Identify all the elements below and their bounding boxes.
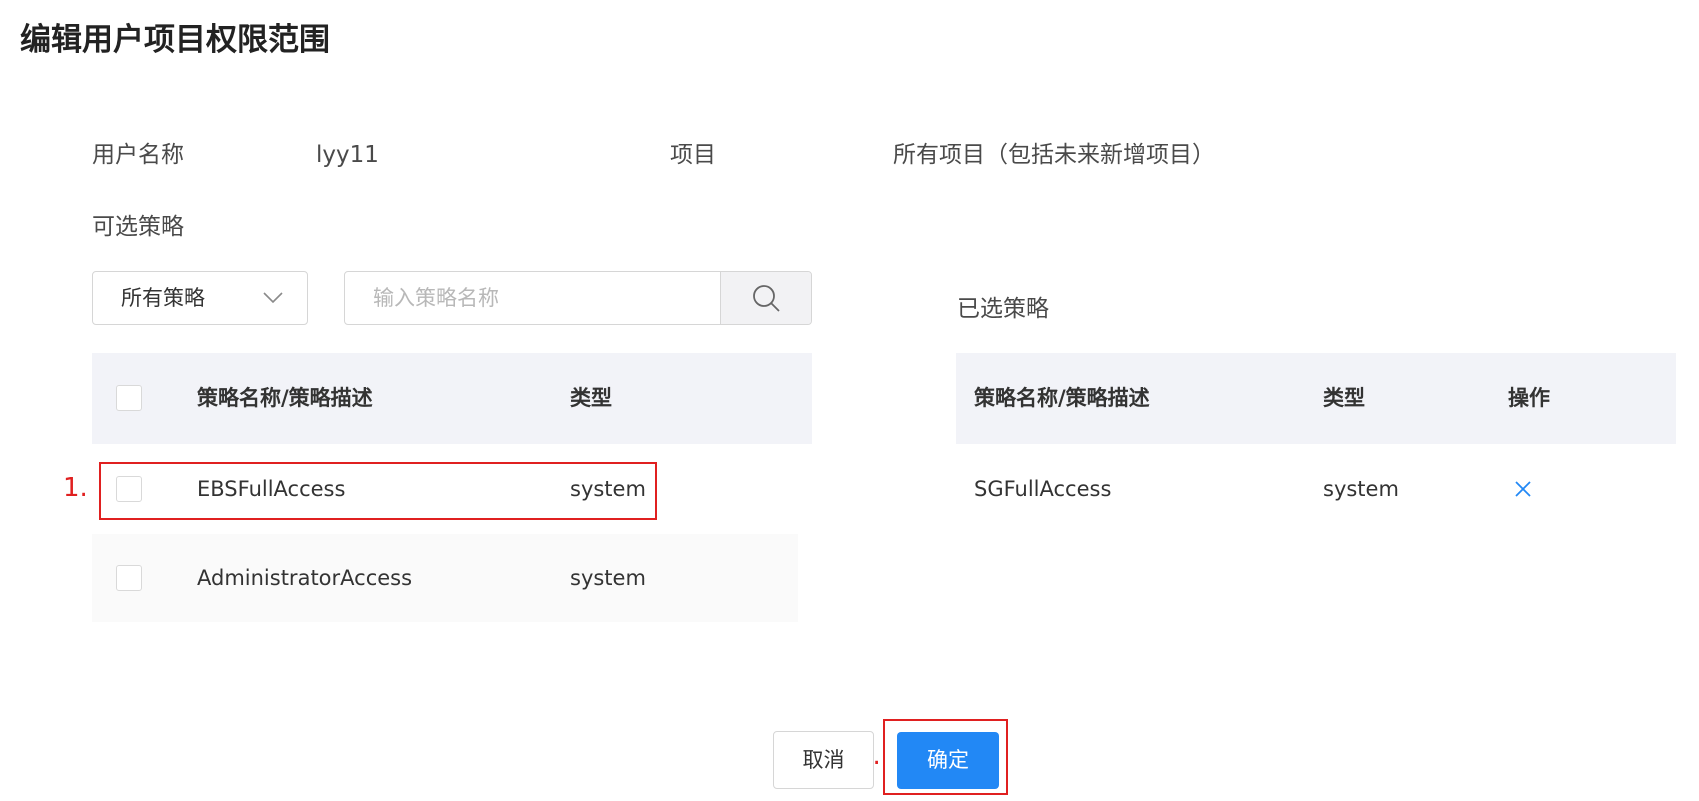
column-header-type: 类型 (570, 386, 612, 410)
username-value: lyy11 (316, 142, 379, 168)
username-label: 用户名称 (92, 142, 184, 168)
row-checkbox[interactable] (116, 565, 142, 591)
available-policies-label: 可选策略 (92, 214, 184, 240)
close-icon[interactable] (1512, 478, 1534, 500)
policy-type: system (1323, 477, 1399, 501)
project-label: 项目 (670, 142, 716, 168)
cancel-button[interactable]: 取消 (773, 731, 874, 789)
policy-type: system (570, 566, 646, 590)
select-all-checkbox[interactable] (116, 385, 142, 411)
policy-search-input[interactable] (345, 272, 722, 324)
selected-policies-label: 已选策略 (957, 296, 1049, 322)
policy-filter-select[interactable]: 所有策略 (92, 271, 308, 325)
project-value: 所有项目（包括未来新增项目） (893, 142, 1215, 168)
policy-search (344, 271, 812, 325)
policy-filter-value: 所有策略 (121, 286, 205, 310)
column-header-name: 策略名称/策略描述 (197, 386, 373, 410)
annotation-step-1: 1. (63, 473, 88, 503)
confirm-button[interactable]: 确定 (897, 732, 999, 789)
selected-table-header: 策略名称/策略描述 类型 操作 (956, 353, 1676, 444)
column-header-action: 操作 (1508, 386, 1550, 410)
page-title: 编辑用户项目权限范围 (20, 22, 330, 58)
policy-name: SGFullAccess (974, 477, 1112, 501)
search-icon (753, 285, 780, 312)
available-table-header: 策略名称/策略描述 类型 (92, 353, 812, 444)
search-button[interactable] (720, 272, 811, 324)
column-header-type: 类型 (1323, 386, 1365, 410)
annotation-box-1 (99, 462, 657, 520)
chevron-down-icon (263, 292, 283, 304)
table-row[interactable]: AdministratorAccess system (92, 534, 798, 622)
policy-name: AdministratorAccess (197, 566, 413, 590)
column-header-name: 策略名称/策略描述 (974, 386, 1150, 410)
table-row: SGFullAccess system (956, 445, 1676, 533)
